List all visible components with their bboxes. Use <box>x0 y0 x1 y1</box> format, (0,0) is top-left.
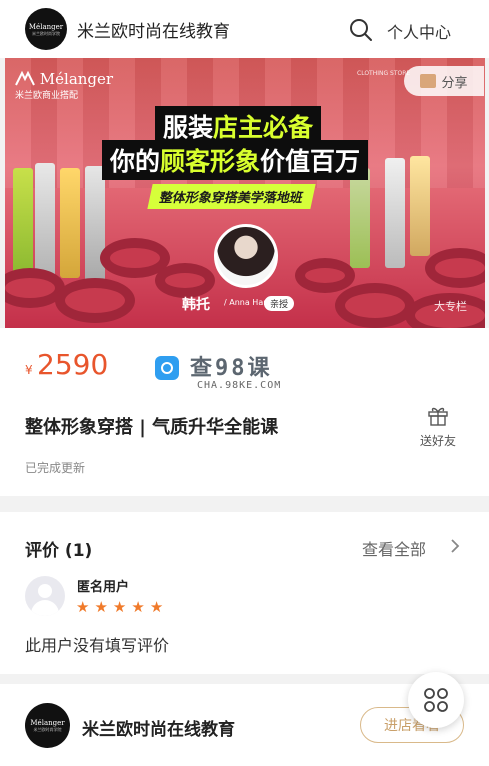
gift-label: 送好友 <box>419 434 456 448</box>
banner-brand: Mélanger 米兰欧商业搭配 <box>15 70 113 101</box>
course-price: 2590 <box>37 348 109 381</box>
banner-subline: 整体形象穿搭美学落地班 <box>147 184 316 209</box>
headline-highlight: 顾客形象 <box>160 147 261 176</box>
headline-part: 你的 <box>110 147 161 176</box>
clothing-rack <box>13 168 33 278</box>
personal-center-link[interactable]: 个人中心 <box>387 19 451 43</box>
clothing-rack <box>60 168 80 278</box>
banner-brand-sub: 米兰欧商业搭配 <box>15 91 79 101</box>
top-header: Mélanger 米兰欧时尚学院 米兰欧时尚在线教育 个人中心 <box>0 0 489 58</box>
teacher-english-name: / Anna Han <box>224 298 269 307</box>
course-banner: Mélanger 米兰欧商业搭配 CLOTHING STORE 分享 服装店主必… <box>5 58 485 328</box>
decor-tire <box>295 258 355 293</box>
shop-bar-logo-sub: 米兰欧时尚学院 <box>33 727 62 732</box>
search-icon[interactable] <box>348 17 374 43</box>
headline-highlight: 店主必备 <box>213 113 314 142</box>
course-info: ¥ 2590 查98课 CHA.98KE.COM 整体形象穿搭 | 气质升华全能… <box>0 328 489 496</box>
view-all-reviews-link[interactable]: 查看全部 <box>362 536 426 560</box>
headline-part: 价值百万 <box>260 147 361 176</box>
headline-part: 服装 <box>163 113 214 142</box>
clothing-rack <box>410 156 430 256</box>
teacher-tag: 亲授 <box>264 296 295 311</box>
reviewer-name: 匿名用户 <box>77 580 130 595</box>
shop-logo-sub: 米兰欧时尚学院 <box>32 30 60 36</box>
shop-bar-logo-text: Mélanger <box>30 719 65 727</box>
column-tag: 大专栏 <box>434 300 467 313</box>
watermark-logo-icon <box>155 356 179 380</box>
banner-brand-name: Mélanger <box>39 70 114 88</box>
decor-tire <box>335 283 415 328</box>
watermark-url: CHA.98KE.COM <box>197 380 282 391</box>
star-icon: ★ <box>131 598 145 616</box>
shop-logo-text: Mélanger <box>28 22 64 31</box>
reviews-section: 评价 (1) 查看全部 匿名用户 ★ ★ ★ ★ ★ 此用户没有填写评价 <box>0 512 489 674</box>
floating-menu-button[interactable] <box>408 672 464 728</box>
star-icon: ★ <box>94 598 108 616</box>
review-text: 此用户没有填写评价 <box>25 636 170 655</box>
shop-bar-logo[interactable]: Mélanger 米兰欧时尚学院 <box>25 703 70 748</box>
clothing-rack <box>385 158 405 268</box>
share-icon <box>420 74 437 88</box>
clothing-rack <box>350 168 370 268</box>
banner-headline-2: 你的顾客形象价值百万 <box>102 140 369 180</box>
star-icon: ★ <box>112 598 127 616</box>
teacher-avatar <box>214 224 278 288</box>
reviewer-avatar <box>25 576 65 616</box>
star-icon: ★ <box>149 598 164 616</box>
star-icon: ★ <box>76 598 90 616</box>
share-button[interactable]: 分享 <box>404 66 484 96</box>
watermark-title: 查98课 <box>190 356 273 381</box>
decor-tire <box>155 263 215 298</box>
update-status: 已完成更新 <box>25 461 86 475</box>
clothing-rack <box>35 163 55 283</box>
shop-logo[interactable]: Mélanger 米兰欧时尚学院 <box>25 8 67 50</box>
chevron-right-icon[interactable] <box>448 538 462 554</box>
gift-to-friend-button[interactable]: 送好友 <box>416 403 460 449</box>
teacher-name: 韩托 <box>182 297 210 313</box>
rating-stars: ★ ★ ★ ★ ★ <box>76 600 163 615</box>
shop-bar-name: 米兰欧时尚在线教育 <box>82 720 235 740</box>
clover-menu-icon <box>424 688 448 712</box>
reviews-title: 评价 (1) <box>25 541 93 561</box>
course-title: 整体形象穿搭 | 气质升华全能课 <box>25 417 279 438</box>
price-currency: ¥ <box>25 363 33 377</box>
shop-name[interactable]: 米兰欧时尚在线教育 <box>77 17 230 42</box>
decor-tire <box>425 248 485 288</box>
share-label: 分享 <box>441 75 468 91</box>
decor-tire <box>55 278 135 323</box>
gift-icon <box>428 407 448 426</box>
brand-logo-icon <box>15 70 35 86</box>
